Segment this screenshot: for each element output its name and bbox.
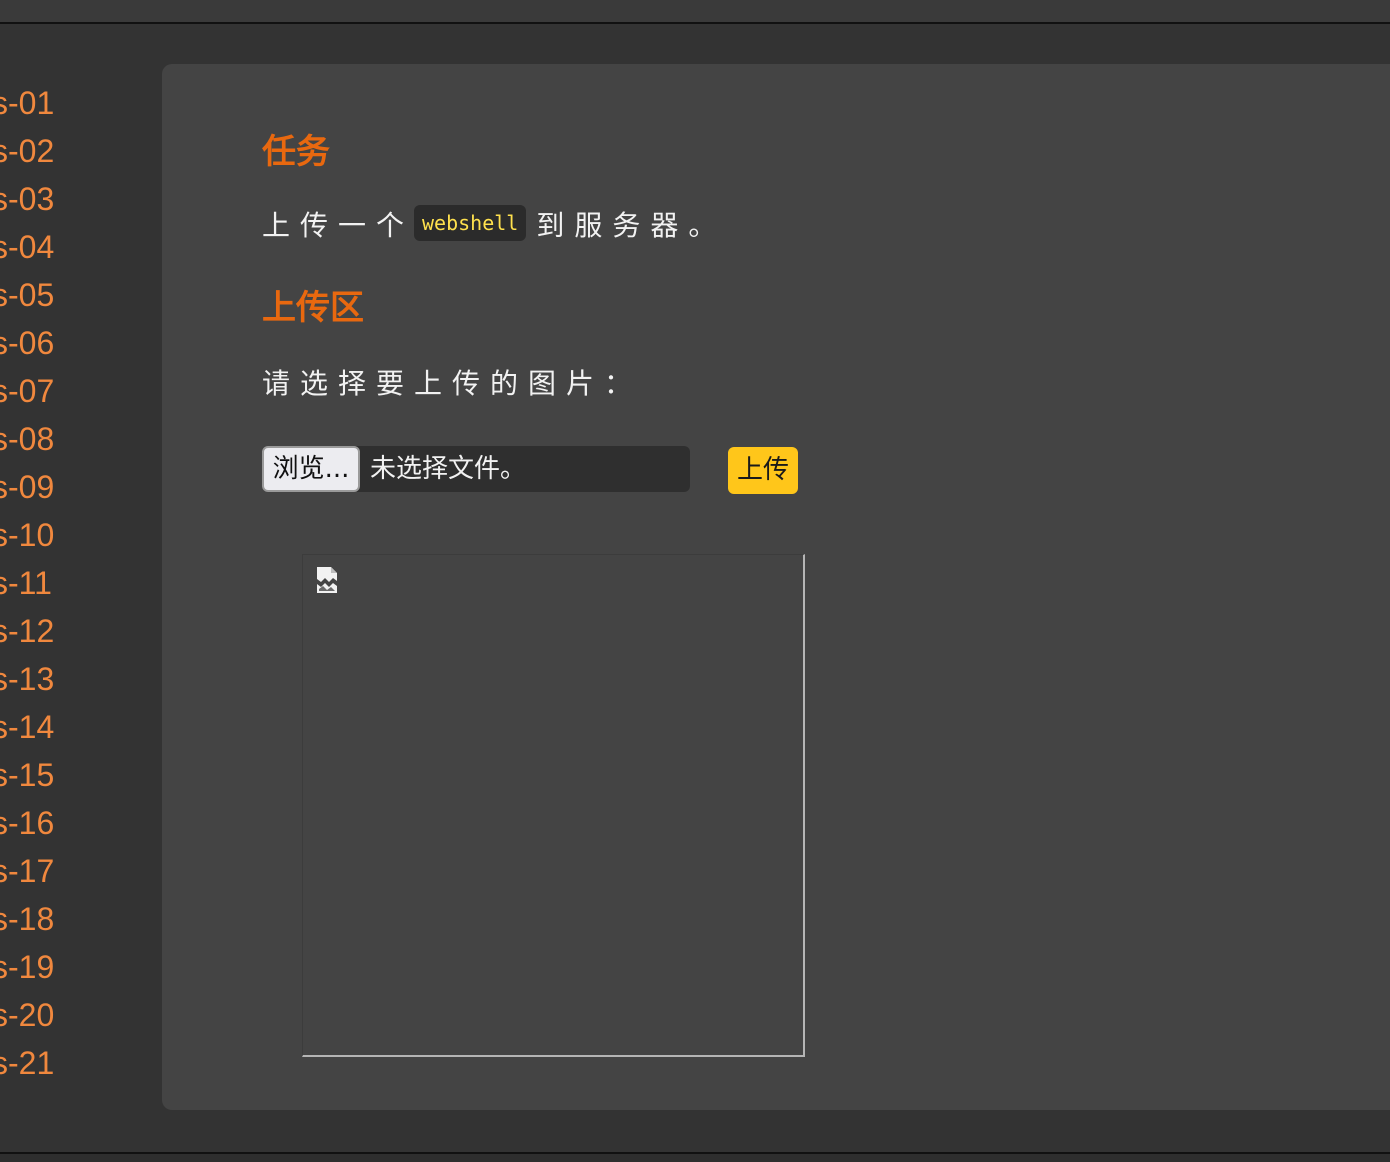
sidebar-item-ss-20[interactable]: ss-20	[0, 996, 126, 1044]
image-preview	[302, 554, 805, 1057]
sidebar-item-ss-17[interactable]: ss-17	[0, 852, 126, 900]
sidebar-item-ss-13[interactable]: ss-13	[0, 660, 126, 708]
sidebar-item-ss-02[interactable]: ss-02	[0, 132, 126, 180]
upload-prompt: 请选择要上传的图片：	[262, 367, 643, 400]
sidebar-item-ss-14[interactable]: ss-14	[0, 708, 126, 756]
file-status: 未选择文件。	[370, 454, 527, 484]
file-input[interactable]: 浏览... 未选择文件。	[262, 446, 690, 492]
sidebar-item-ss-06[interactable]: ss-06	[0, 324, 126, 372]
sidebar-item-ss-01[interactable]: ss-01	[0, 84, 126, 132]
task-description: 上传一个 webshell 到服务器。	[262, 204, 726, 245]
upload-heading: 上传区	[262, 288, 364, 328]
top-bar	[0, 0, 1390, 24]
sidebar-nav: ss-01 ss-02 ss-03 ss-04 ss-05 ss-06 ss-0…	[0, 84, 126, 1092]
sidebar-item-ss-21[interactable]: ss-21	[0, 1044, 126, 1092]
sidebar-item-ss-18[interactable]: ss-18	[0, 900, 126, 948]
task-text-before: 上传一个	[262, 209, 415, 242]
upload-button[interactable]: 上传	[728, 447, 798, 494]
sidebar-item-ss-07[interactable]: ss-07	[0, 372, 126, 420]
bottom-bar	[0, 1152, 1390, 1162]
main-panel: 任务 上传一个 webshell 到服务器。 上传区 请选择要上传的图片： 浏览..…	[162, 64, 1390, 1110]
sidebar-item-ss-16[interactable]: ss-16	[0, 804, 126, 852]
sidebar-item-ss-09[interactable]: ss-09	[0, 468, 126, 516]
broken-image-icon	[317, 567, 337, 593]
sidebar-item-ss-15[interactable]: ss-15	[0, 756, 126, 804]
task-text-after: 到服务器。	[536, 209, 727, 242]
sidebar-item-ss-08[interactable]: ss-08	[0, 420, 126, 468]
browse-button[interactable]: 浏览...	[262, 446, 360, 492]
sidebar-item-ss-05[interactable]: ss-05	[0, 276, 126, 324]
sidebar-item-ss-19[interactable]: ss-19	[0, 948, 126, 996]
task-heading: 任务	[262, 132, 330, 172]
task-code: webshell	[414, 205, 527, 241]
sidebar-item-ss-04[interactable]: ss-04	[0, 228, 126, 276]
sidebar-item-ss-10[interactable]: ss-10	[0, 516, 126, 564]
sidebar-item-ss-12[interactable]: ss-12	[0, 612, 126, 660]
sidebar-item-ss-11[interactable]: ss-11	[0, 564, 126, 612]
sidebar-item-ss-03[interactable]: ss-03	[0, 180, 126, 228]
